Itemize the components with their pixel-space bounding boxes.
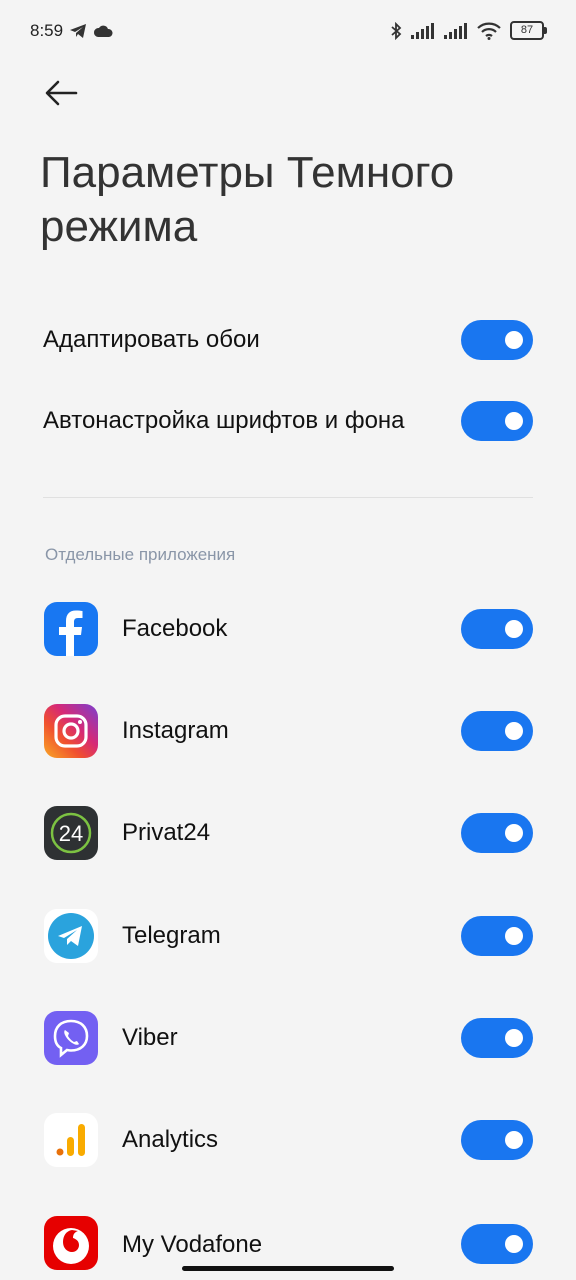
signal-icon <box>411 22 434 39</box>
auto-fonts-toggle[interactable] <box>461 401 533 441</box>
my-vodafone-toggle[interactable] <box>461 1224 533 1264</box>
setting-label: Адаптировать обои <box>43 326 260 353</box>
app-label: Viber <box>122 1024 178 1051</box>
facebook-toggle[interactable] <box>461 609 533 649</box>
app-row-analytics[interactable]: Analytics <box>0 1113 576 1167</box>
back-button[interactable] <box>42 74 82 114</box>
app-label: Instagram <box>122 717 229 744</box>
privat24-toggle[interactable] <box>461 813 533 853</box>
app-row-instagram[interactable]: Instagram <box>0 704 576 758</box>
app-row-privat24[interactable]: 24 Privat24 <box>0 806 576 860</box>
telegram-icon <box>44 909 98 963</box>
app-label: My Vodafone <box>122 1231 263 1258</box>
app-label: Privat24 <box>122 819 211 846</box>
battery-icon: 87 <box>510 21 547 40</box>
analytics-icon <box>44 1113 98 1167</box>
status-time: 8:59 <box>30 21 64 40</box>
app-label: Facebook <box>122 615 228 642</box>
app-row-telegram[interactable]: Telegram <box>0 909 576 963</box>
bluetooth-icon <box>391 21 402 40</box>
instagram-icon <box>44 704 98 758</box>
status-right: 87 <box>390 21 547 40</box>
cloud-icon <box>94 25 113 37</box>
toggle-knob <box>505 331 523 349</box>
facebook-icon <box>44 602 98 656</box>
setting-label: Автонастройка шрифтов и фона <box>43 407 405 434</box>
app-row-my-vodafone[interactable]: My Vodafone <box>0 1216 576 1270</box>
telegram-icon <box>70 24 87 38</box>
toggle-knob <box>505 1029 523 1047</box>
toggle-knob <box>505 1131 523 1149</box>
app-row-viber[interactable]: Viber <box>0 1011 576 1065</box>
viber-toggle[interactable] <box>461 1018 533 1058</box>
toggle-knob <box>505 824 523 842</box>
status-left: 8:59 <box>30 21 113 41</box>
arrow-left-icon <box>45 80 78 106</box>
section-header: Отдельные приложения <box>45 545 236 564</box>
setting-row-adapt-wallpaper[interactable]: Адаптировать обои <box>0 316 576 366</box>
privat24-icon: 24 <box>44 806 98 860</box>
battery-level: 87 <box>520 24 534 36</box>
page-title: Параметры Темного режима <box>40 148 455 251</box>
home-indicator[interactable] <box>182 1266 394 1271</box>
toggle-knob <box>505 412 523 430</box>
telegram-toggle[interactable] <box>461 916 533 956</box>
analytics-toggle[interactable] <box>461 1120 533 1160</box>
signal-icon <box>444 22 467 39</box>
app-row-facebook[interactable]: Facebook <box>0 602 576 656</box>
app-label: Telegram <box>122 922 221 949</box>
setting-row-auto-fonts[interactable]: Автонастройка шрифтов и фона <box>0 397 576 447</box>
wifi-icon <box>477 22 501 40</box>
toggle-knob <box>505 620 523 638</box>
divider <box>43 497 533 498</box>
status-bar: 8:59 87 <box>0 0 576 64</box>
svg-text:24: 24 <box>59 821 83 846</box>
app-label: Analytics <box>122 1126 219 1153</box>
adapt-wallpaper-toggle[interactable] <box>461 320 533 360</box>
toggle-knob <box>505 722 523 740</box>
vodafone-icon <box>44 1216 98 1270</box>
instagram-toggle[interactable] <box>461 711 533 751</box>
toggle-knob <box>505 927 523 945</box>
toggle-knob <box>505 1235 523 1253</box>
viber-icon <box>44 1011 98 1065</box>
